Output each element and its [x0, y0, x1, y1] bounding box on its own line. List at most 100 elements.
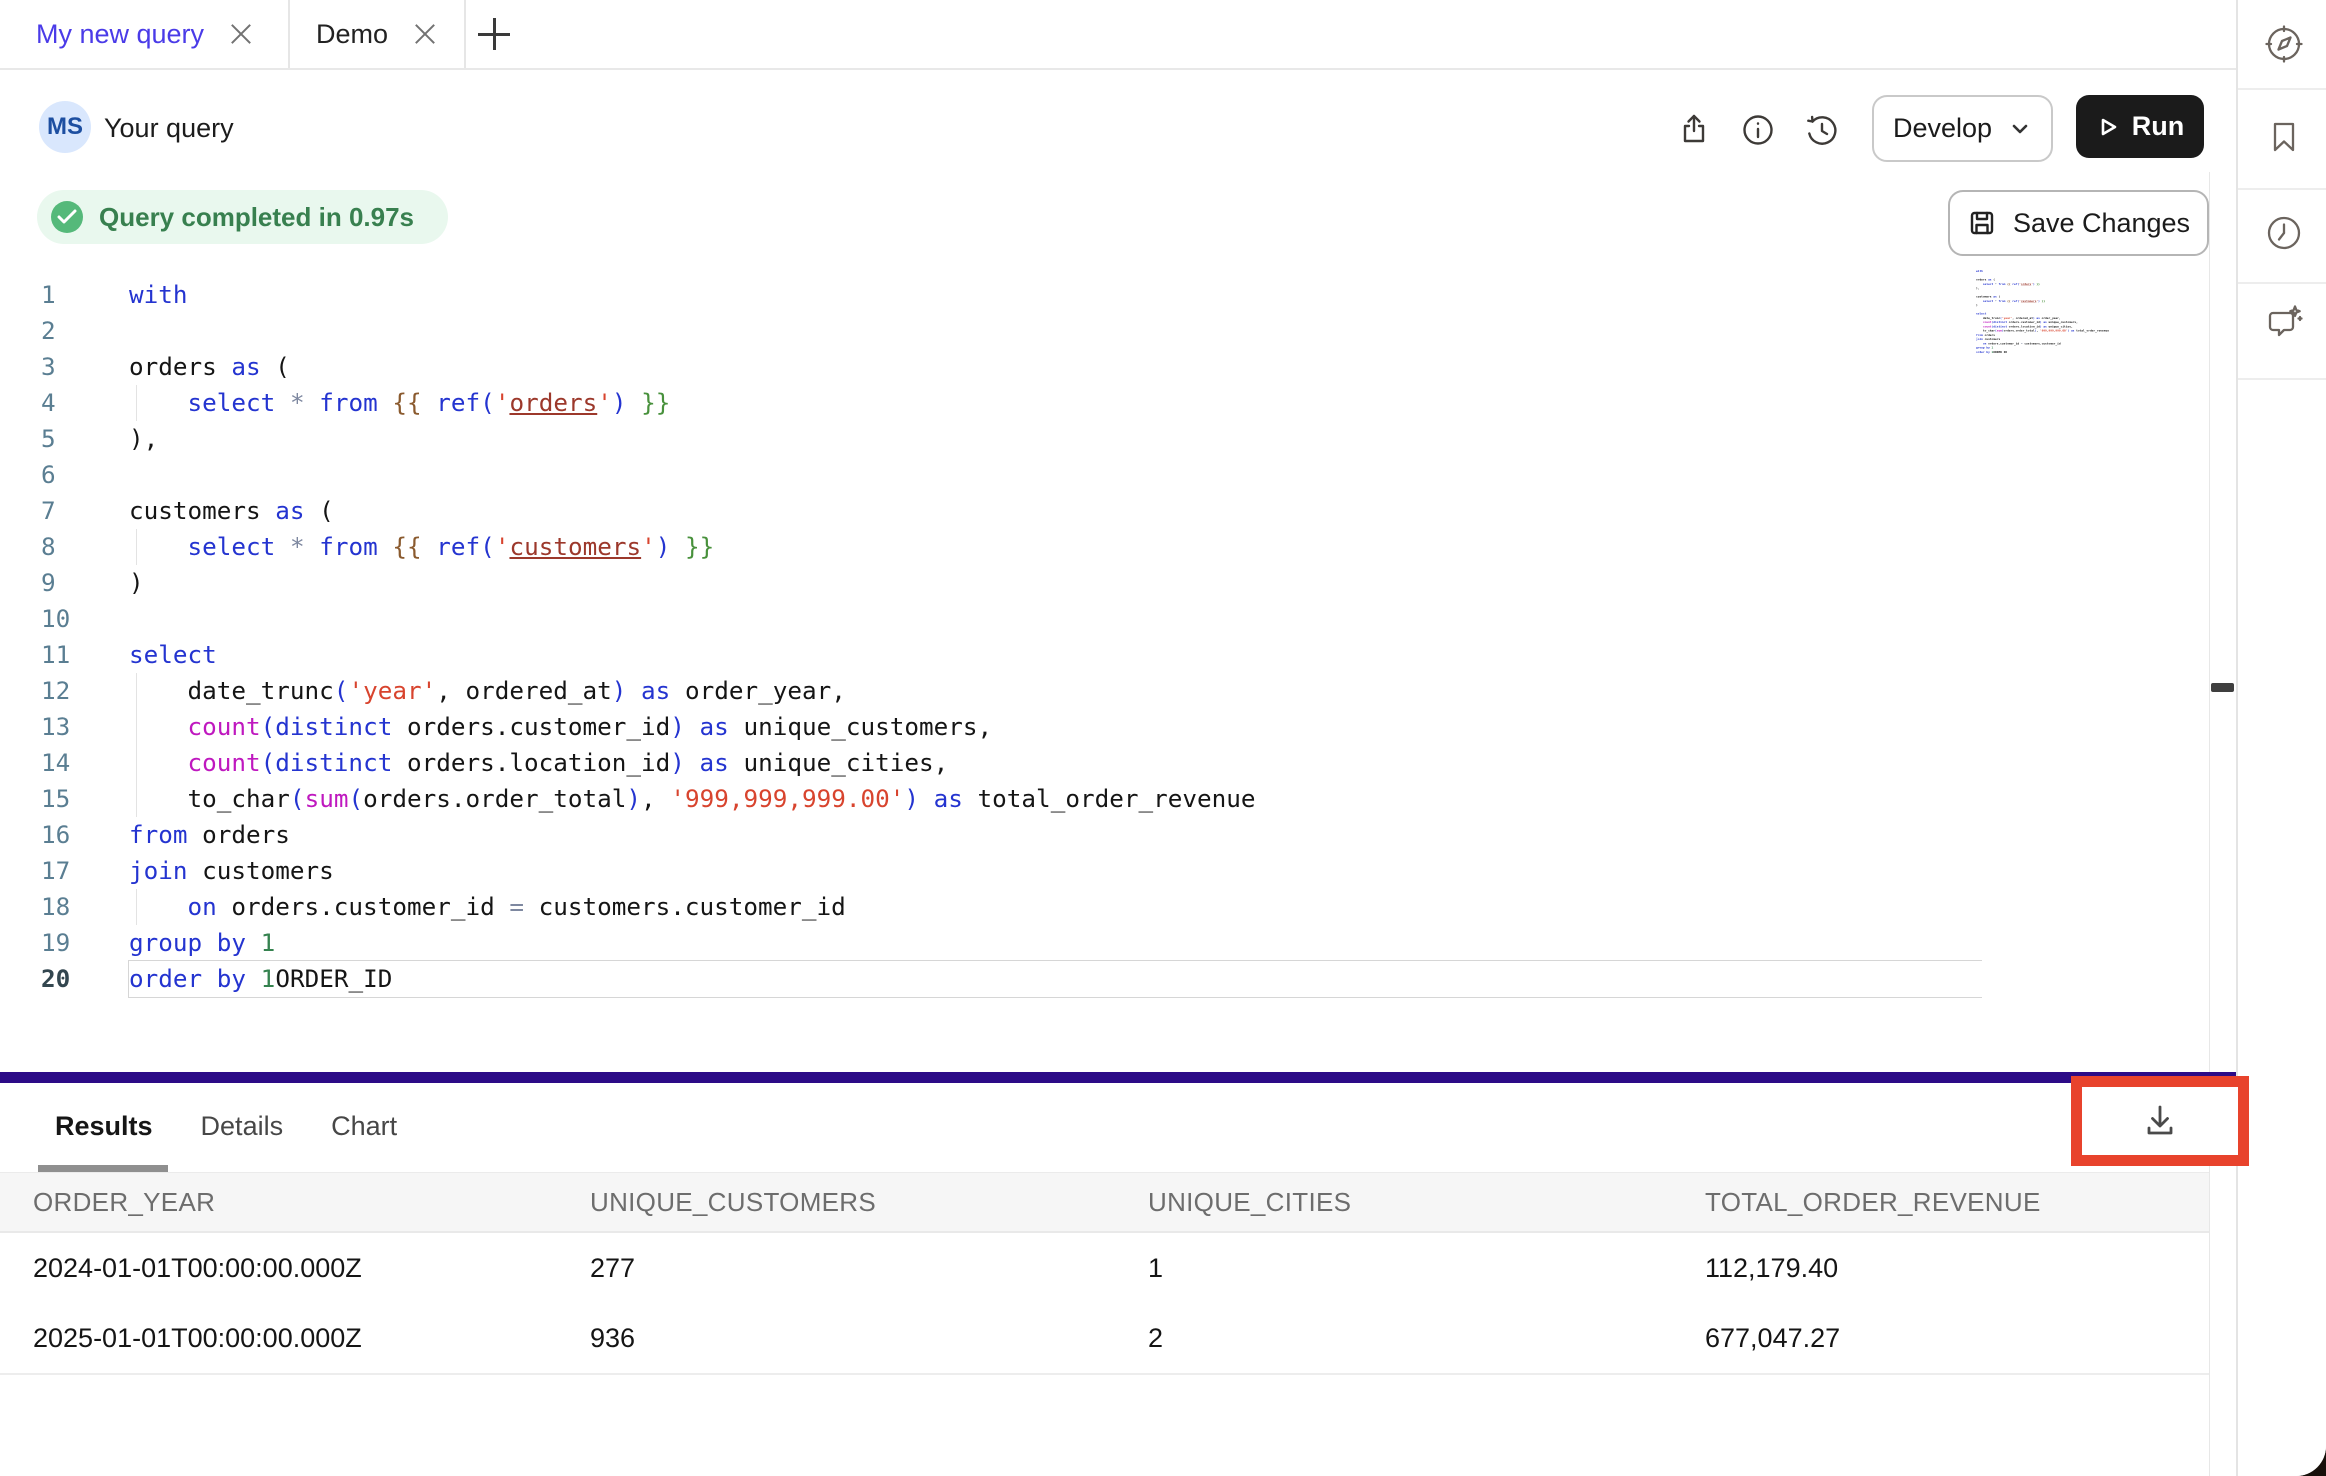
code-line[interactable]: 2 [0, 313, 2209, 349]
avatar: MS [39, 101, 91, 153]
compass-icon[interactable] [2262, 22, 2306, 66]
editor-right-divider [2209, 172, 2210, 1476]
code-line[interactable]: 5), [0, 421, 2209, 457]
table-cell: 677,047.27 [1705, 1303, 1840, 1373]
info-icon[interactable] [1738, 110, 1778, 150]
code-line[interactable]: 12 date_trunc('year', ordered_at) as ord… [0, 673, 2209, 709]
run-button[interactable]: Run [2076, 95, 2204, 158]
table-row: 2024-01-01T00:00:00.000Z 277 1 112,179.40 [0, 1233, 2209, 1305]
code-line[interactable]: 19group by 1 [0, 925, 2209, 961]
line-number: 3 [41, 349, 56, 385]
chevron-down-icon [2008, 117, 2032, 141]
tab-my-new-query[interactable]: My new query [0, 0, 290, 68]
annotation-highlight-box [2071, 1076, 2249, 1166]
line-number: 5 [41, 421, 56, 457]
code-text: date_trunc('year', ordered_at) as order_… [129, 673, 846, 709]
results-tab-chart[interactable]: Chart [331, 1111, 397, 1142]
panel-divider-accent[interactable] [0, 1072, 2236, 1083]
results-tab-details[interactable]: Details [201, 1111, 284, 1142]
code-line[interactable]: 4 select * from {{ ref('orders') }} [0, 385, 2209, 421]
code-line[interactable]: 1 with [0, 277, 2209, 313]
line-number: 17 [41, 853, 70, 889]
right-sidebar [2236, 0, 2326, 1476]
line-number: 10 [41, 601, 70, 637]
history-icon[interactable] [1802, 110, 1842, 150]
code-line[interactable]: 17 join customers [0, 853, 2209, 889]
minimap-line: order by 1ORDER_ID [1976, 350, 2141, 354]
check-circle-icon [51, 201, 83, 233]
code-line[interactable]: 6 [0, 457, 2209, 493]
line-number: 16 [41, 817, 70, 853]
line-number: 9 [41, 565, 56, 601]
active-tab-underline [38, 1165, 168, 1172]
play-icon [2096, 115, 2120, 139]
code-text: on orders.customer_id = customers.custom… [129, 889, 846, 925]
table-cell: 2 [1148, 1303, 1163, 1373]
line-number: 14 [41, 745, 70, 781]
code-line[interactable]: 18 on orders.customer_id = customers.cus… [0, 889, 2209, 925]
code-line[interactable]: 13 count(distinct orders.customer_id) as… [0, 709, 2209, 745]
code-line[interactable]: 11 select [0, 637, 2209, 673]
results-tab-results[interactable]: Results [55, 1111, 153, 1142]
close-icon[interactable] [414, 23, 436, 45]
results-table-header: ORDER_YEAR UNIQUE_CUSTOMERS UNIQUE_CITIES T… [0, 1173, 2209, 1233]
close-icon[interactable] [230, 23, 252, 45]
table-cell: 112,179.40 [1705, 1233, 1838, 1303]
line-number: 4 [41, 385, 56, 421]
run-label: Run [2132, 111, 2184, 142]
code-text: select * from {{ ref('orders') }} [129, 385, 670, 421]
query-status-badge: Query completed in 0.97s [37, 190, 448, 244]
column-header: TOTAL_ORDER_REVENUE [1705, 1173, 2041, 1231]
save-changes-button[interactable]: Save Changes [1948, 190, 2209, 256]
code-text: with [129, 277, 188, 313]
line-number: 1 [41, 277, 56, 313]
code-line[interactable]: 7customers as ( [0, 493, 2209, 529]
column-header: UNIQUE_CUSTOMERS [590, 1173, 876, 1231]
bookmark-icon[interactable] [2262, 115, 2306, 159]
line-number: 12 [41, 673, 70, 709]
query-title: Your query [104, 113, 234, 144]
line-number: 18 [41, 889, 70, 925]
table-cell: 277 [590, 1233, 635, 1303]
column-header: UNIQUE_CITIES [1148, 1173, 1351, 1231]
results-tab-list: Results Details Chart [55, 1083, 397, 1169]
code-line[interactable]: 20order by 1ORDER_ID [0, 961, 2209, 997]
line-number: 6 [41, 457, 56, 493]
code-line[interactable]: 3 orders as ( [0, 349, 2209, 385]
code-line[interactable]: 10 [0, 601, 2209, 637]
code-line[interactable]: 14 count(distinct orders.location_id) as… [0, 745, 2209, 781]
editor-minimap[interactable]: withorders as ( select * from {{ ref('or… [1976, 269, 2226, 369]
new-tab-plus-icon[interactable] [478, 18, 510, 50]
table-cell: 1 [1148, 1233, 1163, 1303]
query-editor-window: My new query Demo MS Your query Develop … [0, 0, 2326, 1476]
scrollbar-thumb[interactable] [2211, 683, 2234, 692]
code-line[interactable]: 15 to_char(sum(orders.order_total), '999… [0, 781, 2209, 817]
save-label: Save Changes [2013, 208, 2190, 239]
develop-dropdown-button[interactable]: Develop [1872, 95, 2053, 162]
code-text: count(distinct orders.customer_id) as un… [129, 709, 992, 745]
code-line[interactable]: 8 select * from {{ ref('customers') }} [0, 529, 2209, 565]
tab-label: Demo [316, 19, 388, 50]
code-line[interactable]: 9) [0, 565, 2209, 601]
tab-bar: My new query Demo [0, 0, 2236, 70]
sql-editor[interactable]: 1with23orders as (4 select * from {{ ref… [0, 277, 2209, 997]
share-icon[interactable] [1674, 110, 1714, 150]
clock-icon[interactable] [2262, 211, 2306, 255]
download-icon[interactable] [2137, 1098, 2183, 1144]
tab-demo[interactable]: Demo [288, 0, 466, 68]
table-row: 2025-01-01T00:00:00.000Z9362677,047.27 [0, 1303, 2209, 1375]
table-cell: 2024-01-01T00:00:00.000Z [33, 1233, 362, 1303]
status-text: Query completed in 0.97s [99, 202, 414, 233]
line-number: 20 [41, 961, 70, 997]
code-line[interactable]: 16from orders [0, 817, 2209, 853]
line-number: 2 [41, 313, 56, 349]
code-text: join customers [129, 853, 334, 889]
table-cell: 2025-01-01T00:00:00.000Z [33, 1303, 362, 1373]
tab-label: My new query [36, 19, 204, 50]
line-number: 11 [41, 637, 70, 673]
column-header: ORDER_YEAR [33, 1173, 215, 1231]
code-text: orders as ( [129, 349, 290, 385]
code-text: ) [129, 565, 144, 601]
code-text: select [129, 637, 217, 673]
ai-chat-icon[interactable] [2262, 302, 2306, 346]
